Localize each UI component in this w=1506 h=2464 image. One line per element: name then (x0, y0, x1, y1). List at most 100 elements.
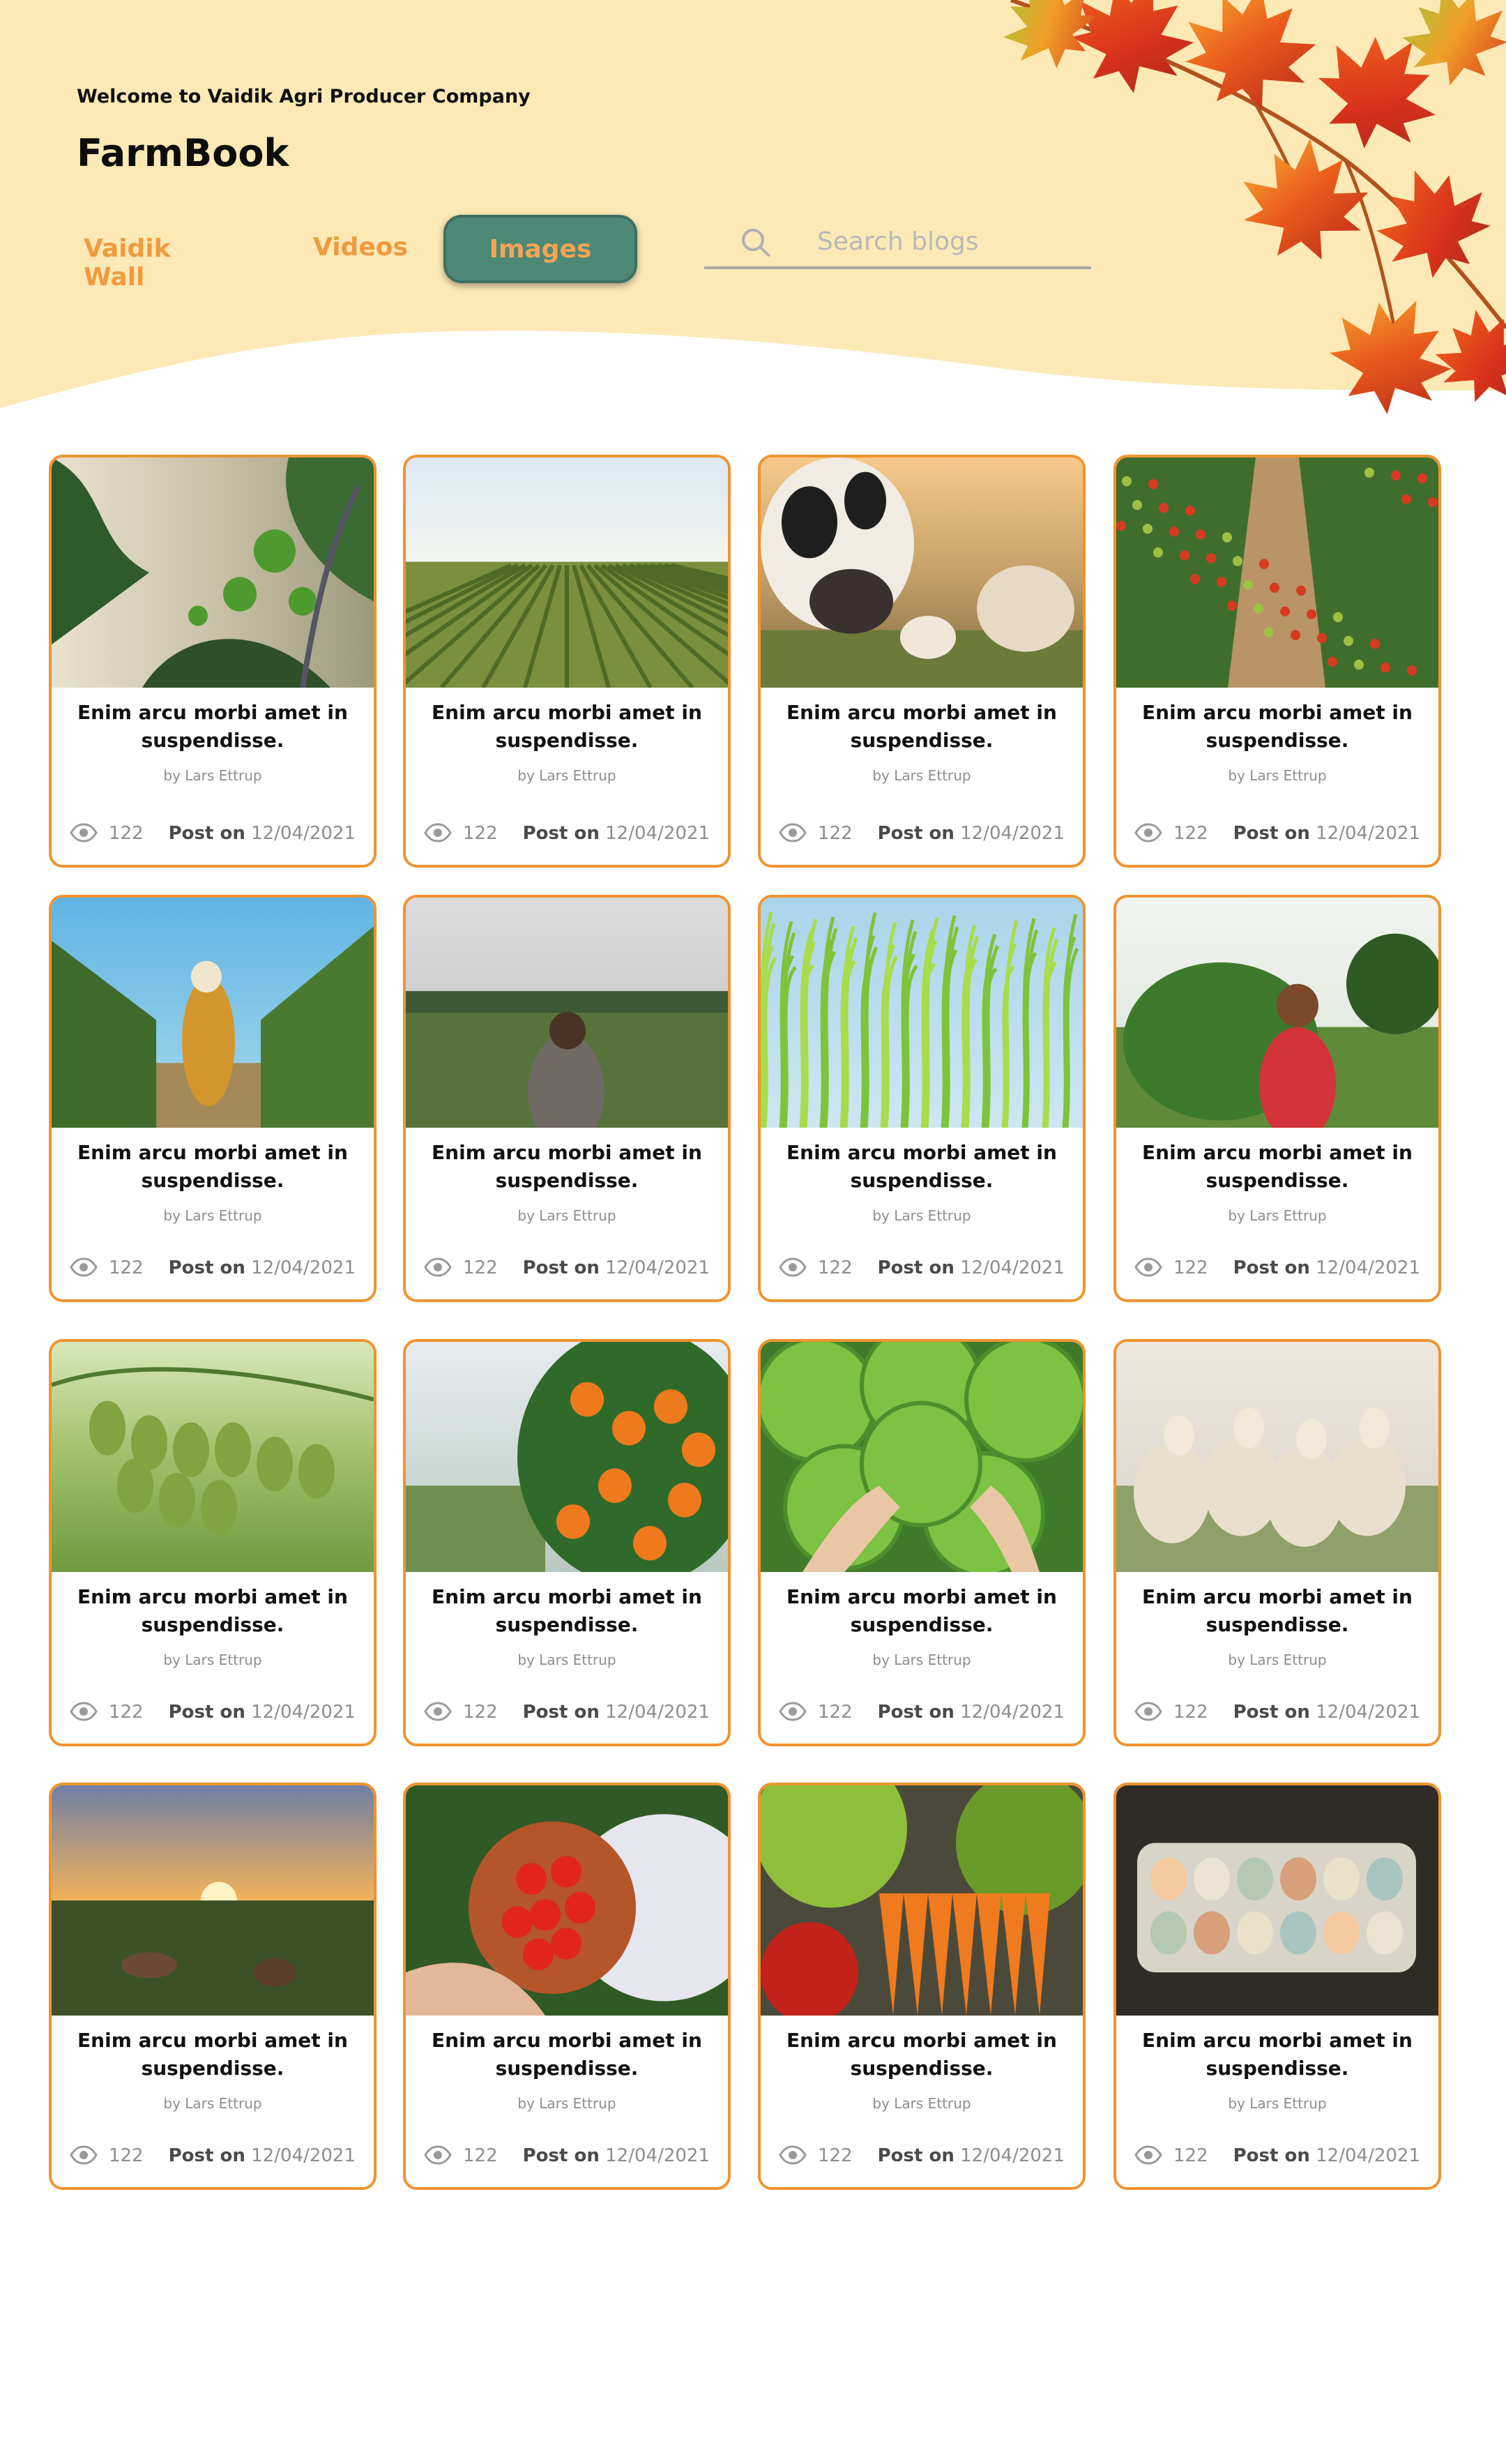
date-value: 12/04/2021 (960, 1702, 1065, 1723)
blog-card-14[interactable]: Enim arcu morbi amet in suspendisse. by … (403, 1783, 731, 2190)
view-count: 122 (1173, 823, 1208, 844)
post-label: Post on (522, 1702, 600, 1723)
tab-videos[interactable]: Videos (313, 233, 408, 262)
card-title: Enim arcu morbi amet in suspendisse. (1142, 1585, 1413, 1636)
card-meta: 122 Post on 12/04/2021 (424, 822, 710, 845)
post-label: Post on (522, 1257, 600, 1278)
card-meta: 122 Post on 12/04/2021 (424, 1700, 710, 1724)
blog-card-7[interactable]: Enim arcu morbi amet in suspendisse. by … (758, 895, 1086, 1302)
blog-card-8[interactable]: Enim arcu morbi amet in suspendisse. by … (1113, 895, 1441, 1302)
post-label: Post on (522, 823, 600, 844)
post-date: Post on 12/04/2021 (878, 1702, 1065, 1723)
card-meta: 122 Post on 12/04/2021 (779, 1256, 1065, 1280)
view-count: 122 (109, 1257, 144, 1278)
card-author: by Lars Ettrup (517, 767, 616, 784)
blog-card-15[interactable]: Enim arcu morbi amet in suspendisse. by … (758, 1783, 1086, 2190)
view-count: 122 (463, 823, 498, 844)
blog-card-9[interactable]: Enim arcu morbi amet in suspendisse. by … (49, 1339, 376, 1746)
card-author: by Lars Ettrup (517, 2095, 616, 2112)
post-label: Post on (877, 1702, 954, 1723)
card-photo-rice-paddy (761, 898, 1083, 1128)
eye-icon (1134, 823, 1162, 842)
post-date: Post on 12/04/2021 (169, 2145, 356, 2166)
blog-card-5[interactable]: Enim arcu morbi amet in suspendisse. by … (49, 895, 376, 1302)
eye-icon (70, 823, 98, 842)
date-value: 12/04/2021 (251, 2145, 356, 2166)
view-count: 122 (463, 2145, 498, 2166)
card-photo-cows (761, 458, 1083, 688)
card-title: Enim arcu morbi amet in suspendisse. (786, 2029, 1057, 2080)
view-count: 122 (109, 2145, 144, 2166)
card-photo-corn-field (406, 898, 728, 1128)
card-photo-tomato-vine (52, 458, 374, 688)
blog-card-3[interactable]: Enim arcu morbi amet in suspendisse. by … (758, 455, 1086, 868)
view-count: 122 (109, 1702, 144, 1723)
post-date: Post on 12/04/2021 (1233, 2145, 1420, 2166)
date-value: 12/04/2021 (960, 1257, 1065, 1278)
post-label: Post on (877, 1257, 954, 1278)
post-label: Post on (168, 1702, 245, 1723)
blog-card-12[interactable]: Enim arcu morbi amet in suspendisse. by … (1113, 1339, 1441, 1746)
card-author: by Lars Ettrup (163, 1207, 262, 1224)
card-photo-orange-tree (406, 1342, 728, 1572)
date-value: 12/04/2021 (251, 1257, 356, 1278)
card-meta: 122 Post on 12/04/2021 (779, 822, 1065, 845)
blog-card-13[interactable]: Enim arcu morbi amet in suspendisse. by … (49, 1783, 376, 2190)
post-date: Post on 12/04/2021 (169, 1702, 356, 1723)
search-icon[interactable] (740, 227, 771, 258)
view-count: 122 (463, 1257, 498, 1278)
post-label: Post on (1233, 1257, 1310, 1278)
card-title: Enim arcu morbi amet in suspendisse. (77, 2029, 348, 2080)
date-value: 12/04/2021 (1316, 2145, 1420, 2166)
eye-icon (424, 823, 452, 842)
eye-icon (1134, 2145, 1162, 2165)
date-value: 12/04/2021 (251, 1702, 356, 1723)
post-date: Post on 12/04/2021 (1233, 1702, 1420, 1723)
date-value: 12/04/2021 (605, 1702, 710, 1723)
card-title: Enim arcu morbi amet in suspendisse. (432, 2029, 702, 2080)
post-date: Post on 12/04/2021 (878, 823, 1065, 844)
view-count: 122 (1173, 2145, 1208, 2166)
card-title: Enim arcu morbi amet in suspendisse. (432, 1141, 702, 1192)
eye-icon (779, 1702, 807, 1721)
post-date: Post on 12/04/2021 (878, 1257, 1065, 1278)
card-author: by Lars Ettrup (872, 1207, 971, 1224)
card-meta: 122 Post on 12/04/2021 (1134, 822, 1420, 845)
view-count: 122 (463, 1702, 498, 1723)
card-meta: 122 Post on 12/04/2021 (424, 2144, 710, 2168)
card-title: Enim arcu morbi amet in suspendisse. (432, 701, 702, 752)
card-author: by Lars Ettrup (1228, 2095, 1327, 2112)
view-count: 122 (818, 2145, 853, 2166)
card-title: Enim arcu morbi amet in suspendisse. (1142, 1141, 1413, 1192)
card-title: Enim arcu morbi amet in suspendisse. (77, 1585, 348, 1636)
blog-card-6[interactable]: Enim arcu morbi amet in suspendisse. by … (403, 895, 731, 1302)
post-date: Post on 12/04/2021 (169, 823, 356, 844)
card-meta: 122 Post on 12/04/2021 (779, 2144, 1065, 2168)
post-date: Post on 12/04/2021 (523, 1702, 710, 1723)
date-value: 12/04/2021 (960, 823, 1065, 844)
card-author: by Lars Ettrup (872, 1652, 971, 1668)
card-title: Enim arcu morbi amet in suspendisse. (77, 701, 348, 752)
eye-icon (424, 1702, 452, 1721)
card-title: Enim arcu morbi amet in suspendisse. (77, 1141, 348, 1192)
date-value: 12/04/2021 (251, 823, 356, 844)
eye-icon (779, 2145, 807, 2165)
blog-card-11[interactable]: Enim arcu morbi amet in suspendisse. by … (758, 1339, 1086, 1746)
blog-card-16[interactable]: Enim arcu morbi amet in suspendisse. by … (1113, 1783, 1441, 2190)
post-label: Post on (168, 823, 245, 844)
card-title: Enim arcu morbi amet in suspendisse. (786, 701, 1057, 752)
blog-card-4[interactable]: Enim arcu morbi amet in suspendisse. by … (1113, 455, 1441, 868)
eye-icon (70, 1257, 98, 1277)
card-meta: 122 Post on 12/04/2021 (70, 1700, 356, 1724)
blog-card-2[interactable]: Enim arcu morbi amet in suspendisse. by … (403, 455, 731, 868)
post-date: Post on 12/04/2021 (523, 1257, 710, 1278)
card-title: Enim arcu morbi amet in suspendisse. (786, 1141, 1057, 1192)
date-value: 12/04/2021 (605, 1257, 710, 1278)
post-label: Post on (1233, 1702, 1310, 1723)
tab-images[interactable]: Images (443, 215, 637, 283)
post-date: Post on 12/04/2021 (1233, 1257, 1420, 1278)
card-meta: 122 Post on 12/04/2021 (70, 2144, 356, 2168)
tab-vaidik-wall[interactable]: Vaidik Wall (84, 234, 171, 292)
blog-card-1[interactable]: Enim arcu morbi amet in suspendisse. by … (49, 455, 376, 868)
blog-card-10[interactable]: Enim arcu morbi amet in suspendisse. by … (403, 1339, 731, 1746)
